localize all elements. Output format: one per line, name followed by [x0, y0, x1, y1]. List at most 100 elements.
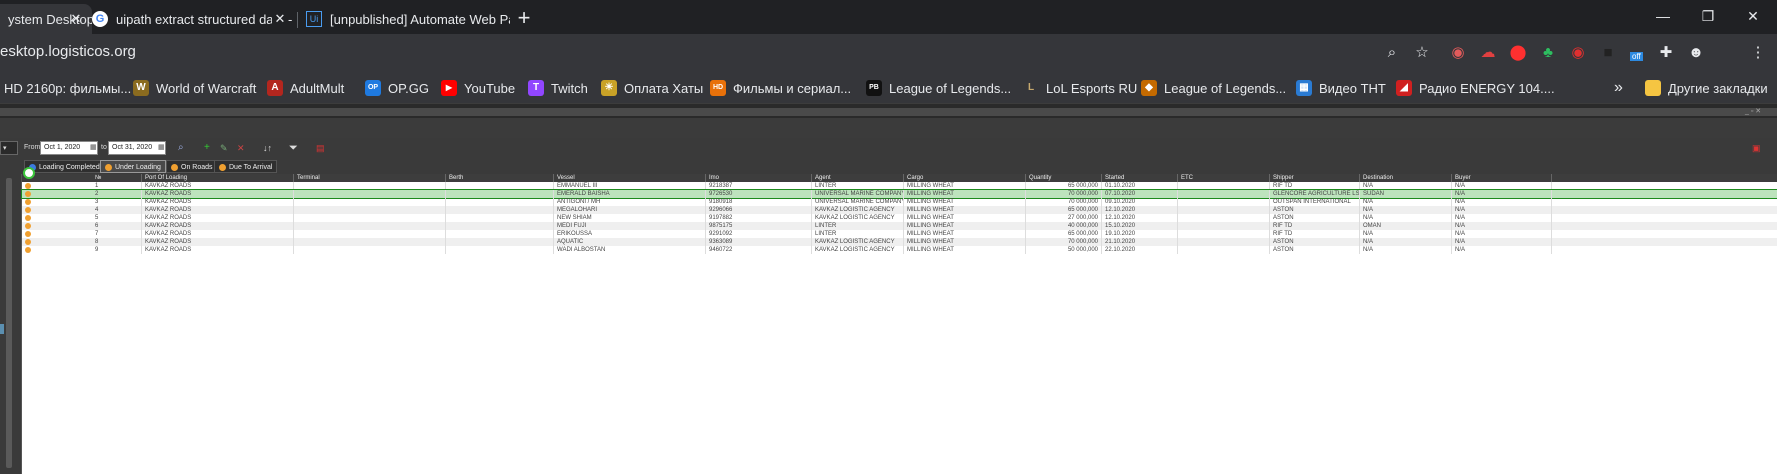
table-cell: 9875175: [706, 222, 812, 230]
bookmark-item[interactable]: ◢ Радио ENERGY 104....: [1396, 78, 1555, 98]
panel-marker: [0, 324, 4, 334]
extension-off-icon[interactable]: off: [1626, 43, 1646, 63]
app-window-controls[interactable]: _ ▫ ✕: [1745, 108, 1775, 116]
table-cell: [446, 190, 554, 198]
bookmark-item[interactable]: ☀ Оплата Хаты: [601, 78, 703, 98]
table-row[interactable]: 3 KAVKAZ ROADS ANTIGONI / MH 9180918 UNIVERS…: [22, 198, 1777, 206]
table-row[interactable]: 2 KAVKAZ ROADS EMERALD BAISHA 9726530 UNIVER…: [21, 189, 1777, 199]
table-cell: ANTIGONI / MH: [554, 198, 706, 206]
extension-cloud-icon[interactable]: ☁: [1478, 43, 1498, 63]
column-header[interactable]: Agent: [812, 174, 904, 182]
tab-google-search[interactable]: G uipath extract structured data - I ✕: [84, 4, 296, 34]
table-cell: N/A: [1452, 206, 1552, 214]
column-header[interactable]: Started: [1102, 174, 1178, 182]
tab-loading-completed[interactable]: Loading Completed: [24, 160, 105, 173]
minimize-icon[interactable]: —: [1640, 0, 1686, 32]
column-header[interactable]: №: [92, 174, 142, 182]
extension-record-icon[interactable]: ◉: [1568, 43, 1588, 63]
calendar-icon[interactable]: ▦: [158, 141, 165, 155]
bookmark-item[interactable]: HD Фильмы и сериал...: [710, 78, 851, 98]
maximize-icon[interactable]: ❐: [1685, 0, 1731, 32]
tab-active[interactable]: ystem Desktop ✕: [0, 4, 92, 34]
table-row[interactable]: 6 KAVKAZ ROADS MEDI FUJI 9875175 LINTER MILLI…: [22, 222, 1777, 230]
table-cell: [1178, 230, 1270, 238]
search-icon[interactable]: ⌕: [178, 141, 184, 155]
bookmark-item[interactable]: T Twitch: [528, 78, 588, 98]
table-cell: N/A: [1452, 182, 1552, 190]
menu-dots-icon[interactable]: ⋮: [1748, 43, 1768, 63]
column-header[interactable]: Berth: [446, 174, 554, 182]
close-window-icon[interactable]: ✕: [1730, 0, 1776, 32]
tab-due-to-arrival[interactable]: Due To Arrival: [214, 160, 278, 173]
bookmark-item[interactable]: L LoL Esports RU: [1023, 78, 1137, 98]
bookmark-item[interactable]: HD 2160p: фильмы...: [4, 78, 131, 98]
bookmark-item[interactable]: PB League of Legends...: [866, 78, 1011, 98]
extension-red-icon[interactable]: ⬤: [1508, 43, 1528, 63]
table-cell: KAVKAZ LOGISTIC AGENCY: [812, 238, 904, 246]
column-header[interactable]: Cargo: [904, 174, 1026, 182]
table-row[interactable]: 8 KAVKAZ ROADS AQUATIC 9363089 KAVKAZ LOGIST…: [22, 238, 1777, 246]
bookmark-label: YouTube: [464, 80, 516, 96]
delete-icon[interactable]: ✕: [237, 141, 245, 155]
status-dot-icon: [25, 215, 31, 221]
bookmarks-overflow-button[interactable]: »: [1614, 78, 1623, 98]
profile-avatar[interactable]: ☻: [1686, 43, 1706, 63]
browser-toolbar: esktop.logisticos.org ⌕ ☆ ◉ ☁ ⬤ ♣ ◉ ■ of…: [0, 34, 1777, 72]
column-header[interactable]: Quantity: [1026, 174, 1102, 182]
status-dot-icon: [25, 239, 31, 245]
evernote-icon[interactable]: ♣: [1538, 43, 1558, 63]
tab-on-roads[interactable]: On Roads: [166, 160, 218, 173]
status-dot-icon: [171, 164, 178, 171]
extension-vk-icon[interactable]: ◉: [1448, 43, 1468, 63]
table-cell: N/A: [1360, 238, 1452, 246]
column-header[interactable]: Vessel: [554, 174, 706, 182]
address-bar[interactable]: esktop.logisticos.org: [0, 38, 136, 66]
tab-uipath[interactable]: Ui [unpublished] Automate Web Pa: [298, 4, 510, 34]
column-header[interactable]: Shipper: [1270, 174, 1360, 182]
close-tab-icon[interactable]: ✕: [68, 11, 84, 27]
grid-settings-icon[interactable]: [23, 167, 35, 179]
sort-icon[interactable]: ↓↑: [263, 141, 272, 155]
bookmark-item[interactable]: A AdultMult: [267, 78, 344, 98]
zoom-icon[interactable]: ⌕: [1382, 43, 1402, 63]
table-cell: KAVKAZ ROADS: [142, 182, 294, 190]
bookmark-item[interactable]: ◆ League of Legends...: [1141, 78, 1286, 98]
bookmark-label: League of Legends...: [889, 80, 1012, 96]
bookmark-item[interactable]: ▦ Видео ТНТ: [1296, 78, 1386, 98]
bookmark-item[interactable]: W World of Warcraft: [133, 78, 256, 98]
bookmark-label: Радио ENERGY 104....: [1419, 80, 1555, 96]
bookmark-item[interactable]: ▶ YouTube: [441, 78, 515, 98]
add-icon[interactable]: +: [204, 141, 210, 155]
column-header[interactable]: Port Of Loading: [142, 174, 294, 182]
extension-dark-icon[interactable]: ■: [1598, 43, 1618, 63]
scrollbar-track[interactable]: [6, 178, 12, 468]
table-row[interactable]: 9 KAVKAZ ROADS WADI ALBOSTAN 9460722 KAVKAZ …: [22, 246, 1777, 254]
table-cell: [1178, 238, 1270, 246]
table-cell: N/A: [1452, 214, 1552, 222]
column-header[interactable]: Imo: [706, 174, 812, 182]
table-row[interactable]: 4 KAVKAZ ROADS MEGALOHARI 9296066 KAVKAZ LOG…: [22, 206, 1777, 214]
bookmark-label: World of Warcraft: [156, 80, 257, 96]
view-selector[interactable]: ▾: [0, 141, 18, 155]
bookmark-star-icon[interactable]: ☆: [1412, 43, 1432, 63]
new-tab-icon[interactable]: +: [508, 2, 540, 34]
table-row[interactable]: 1 KAVKAZ ROADS EMMANUEL III 9218387 LINTER MI…: [22, 182, 1777, 190]
tab-under-loading[interactable]: Under Loading: [100, 160, 166, 173]
export-pdf-icon[interactable]: ▤: [316, 141, 325, 155]
column-header[interactable]: Buyer: [1452, 174, 1552, 182]
filter-icon[interactable]: ⏷: [289, 141, 298, 155]
column-header[interactable]: ETC: [1178, 174, 1270, 182]
table-row[interactable]: 5 KAVKAZ ROADS NEW SHIAM 9197882 KAVKAZ LOGI…: [22, 214, 1777, 222]
calendar-icon[interactable]: ▦: [90, 141, 97, 155]
bookmark-item[interactable]: OP OP.GG: [365, 78, 429, 98]
edit-icon[interactable]: ✎: [220, 141, 228, 155]
other-bookmarks[interactable]: Другие закладки: [1645, 78, 1768, 98]
close-tab-icon[interactable]: ✕: [272, 11, 288, 27]
column-header[interactable]: Terminal: [294, 174, 446, 182]
left-scroll-panel[interactable]: [0, 174, 22, 474]
column-header[interactable]: Destination: [1360, 174, 1452, 182]
table-cell: N/A: [1360, 246, 1452, 254]
table-row[interactable]: 7 KAVKAZ ROADS ERIKOUSSA 9291092 LINTER MILLI…: [22, 230, 1777, 238]
report-icon[interactable]: ▣: [1752, 141, 1761, 155]
extensions-puzzle-icon[interactable]: ✚: [1656, 43, 1676, 63]
